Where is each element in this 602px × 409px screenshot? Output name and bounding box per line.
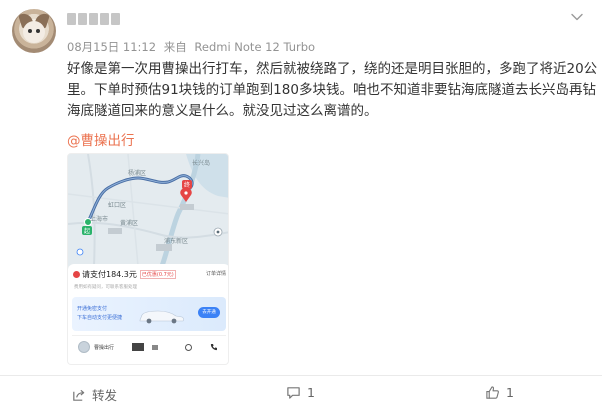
payment-panel: 请支付184.3元 已优惠(0.7元) 订单详情 费用如有疑问，可联系客服处理 开… — [68, 264, 228, 364]
payment-note: 费用如有疑问，可联系客服处理 — [74, 285, 137, 290]
map-label-changxing: 长兴岛 — [192, 160, 211, 167]
attached-screenshot[interactable]: 上海市 杨浦区 虹口区 黄浦区 浦东新区 长兴岛 起 终 请支付184.3元 已优… — [67, 153, 229, 365]
driver-avatar — [78, 341, 90, 353]
map-label-yangpu: 杨浦区 — [128, 170, 147, 177]
map-label-pudong: 浦东新区 — [164, 238, 189, 245]
discount-tag: 已优惠(0.7元) — [139, 270, 176, 279]
share-button[interactable]: 转发 — [71, 385, 117, 404]
order-detail-link[interactable]: 订单详情 — [206, 270, 226, 277]
payment-amount: 请支付184.3元 已优惠(0.7元) — [73, 269, 176, 280]
payment-label: 请支付184.3元 — [82, 270, 137, 279]
autopay-promo[interactable]: 开通免密支付 下车自动支付更便捷 去开通 — [72, 297, 226, 331]
username-redacted[interactable] — [67, 13, 137, 29]
promo-subtitle: 下车自动支付更便捷 — [77, 315, 123, 321]
like-button[interactable]: 1 — [485, 385, 514, 400]
comment-icon — [287, 387, 300, 399]
payment-alert-icon — [73, 271, 80, 278]
post-content: 好像是第一次用曹操出行打车，然后就被绕路了，绕的还是明目张胆的，多跑了将近20公… — [67, 59, 598, 122]
map-label-hongkou: 虹口区 — [108, 202, 127, 209]
post-source: Redmi Note 12 Turbo — [194, 40, 316, 54]
driver-name: 曹操出行 — [94, 345, 115, 351]
phone-icon[interactable] — [210, 343, 218, 351]
mention-link[interactable]: @曹操出行 — [67, 129, 135, 149]
post-date: 08月15日 11:12 — [67, 40, 157, 54]
like-count: 1 — [506, 385, 514, 400]
promo-title: 开通免密支付 — [77, 306, 108, 312]
message-icon[interactable] — [185, 344, 192, 351]
route-map: 上海市 杨浦区 虹口区 黄浦区 浦东新区 长兴岛 起 终 — [68, 154, 228, 266]
action-bar: 转发 1 1 — [0, 376, 602, 409]
content-line: 里。下单时预估91块钱的订单跑到180多块钱。咱也不知道非要钻海底隧道去长兴岛再… — [67, 82, 596, 98]
share-icon — [73, 389, 85, 401]
user-avatar[interactable] — [12, 9, 56, 53]
thumbs-up-icon — [486, 386, 499, 399]
post-meta: 08月15日 11:12 来自 Redmi Note 12 Turbo — [67, 39, 319, 55]
share-label: 转发 — [92, 388, 118, 403]
route-start-badge: 起 — [82, 226, 93, 235]
post-source-prefix: 来自 — [163, 40, 187, 54]
plate-redacted-2 — [152, 345, 158, 350]
content-line: 海底隧道回来的意义是什么。就没见过这么离谱的。 — [67, 103, 378, 119]
car-icon — [139, 310, 184, 324]
comment-button[interactable]: 1 — [286, 385, 315, 400]
map-label-shanghai: 上海市 — [90, 216, 109, 223]
driver-info: 曹操出行 — [72, 335, 226, 361]
route-end-badge: 终 — [182, 180, 193, 189]
open-autopay-button[interactable]: 去开通 — [198, 307, 220, 318]
comment-count: 1 — [307, 385, 315, 400]
content-line: 好像是第一次用曹操出行打车，然后就被绕路了，绕的还是明目张胆的，多跑了将近20公 — [67, 61, 598, 77]
plate-redacted — [132, 343, 144, 351]
weibo-post: 08月15日 11:12 来自 Redmi Note 12 Turbo 好像是第… — [0, 0, 602, 409]
map-label-huangpu: 黄浦区 — [120, 220, 139, 227]
chevron-down-icon[interactable] — [570, 9, 584, 23]
